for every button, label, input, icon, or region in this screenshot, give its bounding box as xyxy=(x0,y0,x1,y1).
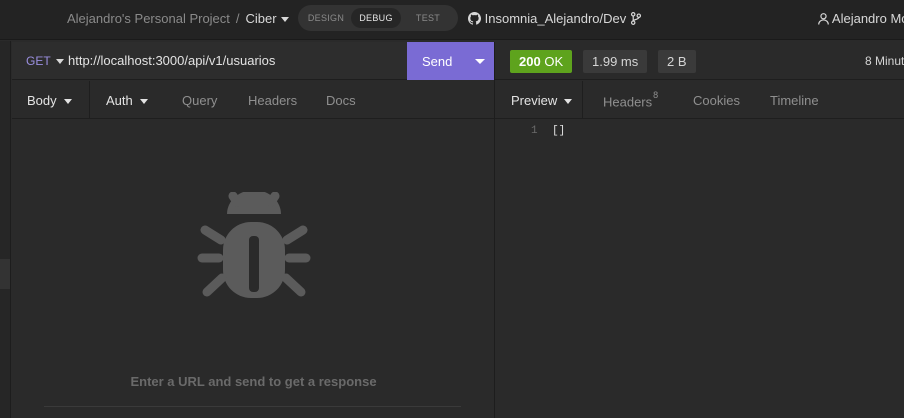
response-body-viewer[interactable]: 1 [] xyxy=(495,120,904,418)
mode-debug[interactable]: DEBUG xyxy=(351,8,401,28)
tab-response-headers[interactable]: Headers8 xyxy=(603,90,659,110)
empty-state-message: Enter a URL and send to get a response xyxy=(130,374,377,389)
tab-headers-label: Headers xyxy=(603,94,653,110)
request-tabs: Body Auth Query Headers Docs xyxy=(12,81,495,119)
breadcrumb: Alejandro's Personal Project / Ciber xyxy=(67,11,289,26)
tab-auth-label: Auth xyxy=(106,93,133,108)
url-input[interactable] xyxy=(68,53,398,68)
tab-query[interactable]: Query xyxy=(182,93,217,108)
send-button[interactable]: Send xyxy=(407,42,495,80)
git-repo-label: Insomnia_Alejandro/Dev xyxy=(484,11,627,26)
breadcrumb-collection[interactable]: Ciber xyxy=(246,11,277,26)
branch-icon xyxy=(630,12,641,25)
top-bar: Alejandro's Personal Project / Ciber DESIG… xyxy=(0,0,904,40)
response-status-bar: 200 OK 1.99 ms 2 B 8 Minut xyxy=(495,42,904,80)
sidebar-resize-handle[interactable] xyxy=(0,259,10,289)
mode-switcher: DESIGN DEBUG TEST xyxy=(298,5,458,31)
status-badge: 200 OK xyxy=(510,50,573,73)
response-received-time[interactable]: 8 Minut xyxy=(865,54,904,68)
chevron-down-icon xyxy=(139,99,148,105)
breadcrumb-separator: / xyxy=(235,11,240,26)
status-text: OK xyxy=(544,54,564,69)
tab-headers[interactable]: Headers xyxy=(248,93,297,108)
mode-design[interactable]: DESIGN xyxy=(304,8,348,28)
tab-preview[interactable]: Preview xyxy=(511,93,573,108)
tab-body[interactable]: Body xyxy=(27,93,72,108)
tab-divider xyxy=(89,81,90,119)
headers-count-badge: 8 xyxy=(653,90,659,100)
mode-test[interactable]: TEST xyxy=(406,8,450,28)
divider xyxy=(44,406,461,407)
github-icon xyxy=(468,12,481,25)
user-icon xyxy=(818,13,829,25)
git-sync[interactable]: Insomnia_Alejandro/Dev xyxy=(468,11,642,26)
tab-divider xyxy=(582,81,583,119)
status-code: 200 xyxy=(519,54,541,69)
chevron-down-icon xyxy=(55,59,64,65)
response-tabs: Preview Headers8 Cookies Timeline xyxy=(495,81,904,119)
breadcrumb-project[interactable]: Alejandro's Personal Project xyxy=(67,11,230,26)
tab-docs[interactable]: Docs xyxy=(326,93,356,108)
tab-cookies[interactable]: Cookies xyxy=(693,93,740,108)
tab-timeline[interactable]: Timeline xyxy=(770,93,819,108)
method-select[interactable]: GET xyxy=(26,54,64,68)
tab-body-label: Body xyxy=(27,93,57,108)
tab-auth[interactable]: Auth xyxy=(106,93,148,108)
chevron-down-icon[interactable] xyxy=(280,17,289,23)
method-label: GET xyxy=(26,54,51,68)
line-number: 1 xyxy=(531,125,538,137)
user-name: Alejandro Mo xyxy=(831,11,904,26)
chevron-down-icon xyxy=(63,99,72,105)
url-bar: GET Send xyxy=(12,42,495,80)
user-menu[interactable]: Alejandro Mo xyxy=(818,11,904,26)
sidebar-collapsed xyxy=(0,41,11,418)
response-time-badge: 1.99 ms xyxy=(583,50,648,73)
code-line: [] xyxy=(552,125,566,137)
send-label: Send xyxy=(422,54,453,69)
send-options-icon[interactable] xyxy=(475,59,485,64)
response-size-badge: 2 B xyxy=(658,50,696,73)
request-empty-state: Enter a URL and send to get a response xyxy=(12,120,495,418)
chevron-down-icon xyxy=(564,99,573,105)
tab-preview-label: Preview xyxy=(511,93,558,108)
bug-icon xyxy=(197,192,311,298)
